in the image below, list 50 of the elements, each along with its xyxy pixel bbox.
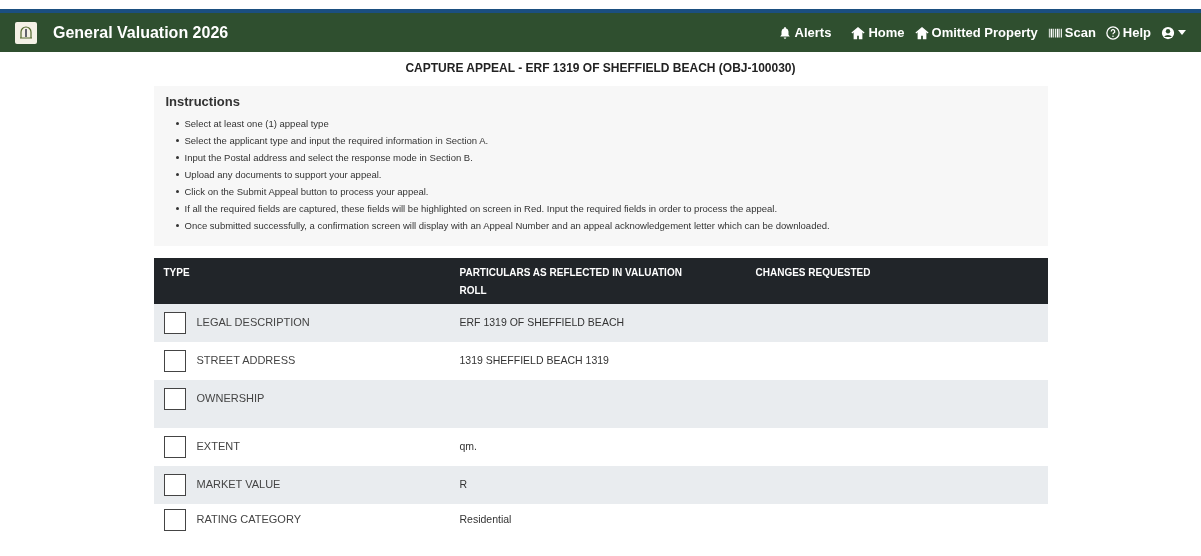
checkbox[interactable]	[163, 349, 186, 372]
bullet-icon	[175, 172, 179, 176]
home-icon	[914, 25, 929, 40]
checkbox[interactable]	[163, 508, 186, 531]
bullet-icon	[175, 206, 179, 210]
particulars-text: R	[459, 476, 469, 492]
user-menu-button[interactable]	[1161, 25, 1186, 40]
bullet-icon	[175, 189, 179, 193]
nav-link[interactable]: Home	[851, 22, 905, 43]
particulars-text: 1319 SHEFFIELD BEACH 1319	[459, 352, 610, 368]
bullet-icon	[175, 223, 179, 227]
bullet-icon	[175, 155, 179, 159]
type-label: LEGAL DESCRIPTION	[196, 315, 310, 331]
logo-icon	[15, 21, 37, 44]
type-label: STREET ADDRESS	[196, 353, 296, 369]
nav-link[interactable]: Omitted Property	[914, 22, 1038, 43]
bullet-icon	[175, 121, 179, 125]
page-title: CAPTURE APPEAL - ERF 1319 OF SHEFFIELD BEACH (OBJ-100030)	[404, 60, 797, 77]
instruction-text: Select at least one (1) appeal type	[184, 116, 329, 131]
instruction-text: Upload any documents to support your appeal.	[184, 167, 382, 182]
nav-link[interactable]: Alerts	[777, 22, 832, 43]
nav-link[interactable]: Scan	[1047, 22, 1096, 43]
checkbox[interactable]	[163, 435, 186, 458]
type-label: EXTENT	[196, 439, 240, 455]
instructions-title: Instructions	[165, 93, 241, 111]
app-title: General Valuation 2026	[53, 22, 229, 43]
home-icon	[851, 25, 866, 40]
column-header: CHANGES REQUESTED	[755, 265, 872, 280]
help-icon	[1105, 25, 1120, 40]
column-header: PARTICULARS AS REFLECTED IN VALUATION ROLL	[459, 265, 683, 298]
bullet-icon	[175, 138, 179, 142]
instruction-text: Once submitted successfully, a confirmation screen will display with an Appeal Number and an appeal acknowledgement letter which can be downloaded.	[184, 218, 830, 233]
user-icon	[1161, 25, 1175, 40]
particulars-text: Residential	[459, 511, 513, 527]
type-label: RATING CATEGORY	[196, 512, 301, 528]
particulars-text: ERF 1319 OF SHEFFIELD BEACH	[459, 314, 626, 330]
checkbox[interactable]	[163, 387, 186, 410]
instruction-text: Click on the Submit Appeal button to process your appeal.	[184, 184, 429, 199]
nav-link[interactable]: Help	[1105, 22, 1151, 43]
caret-icon	[1178, 29, 1186, 36]
bell-icon	[777, 25, 792, 40]
instruction-text: Select the applicant type and input the required information in Section A.	[184, 133, 489, 148]
type-label: OWNERSHIP	[196, 391, 265, 407]
instruction-text: Input the Postal address and select the response mode in Section B.	[184, 150, 473, 165]
particulars-text: qm.	[459, 438, 478, 454]
instruction-text: If all the required fields are captured, these fields will be highlighted on screen in Red. Input the required fields in order to process the appeal.	[184, 201, 778, 216]
checkbox[interactable]	[163, 311, 186, 334]
type-label: MARKET VALUE	[196, 477, 281, 493]
column-header: TYPE	[163, 265, 191, 280]
checkbox[interactable]	[163, 473, 186, 496]
